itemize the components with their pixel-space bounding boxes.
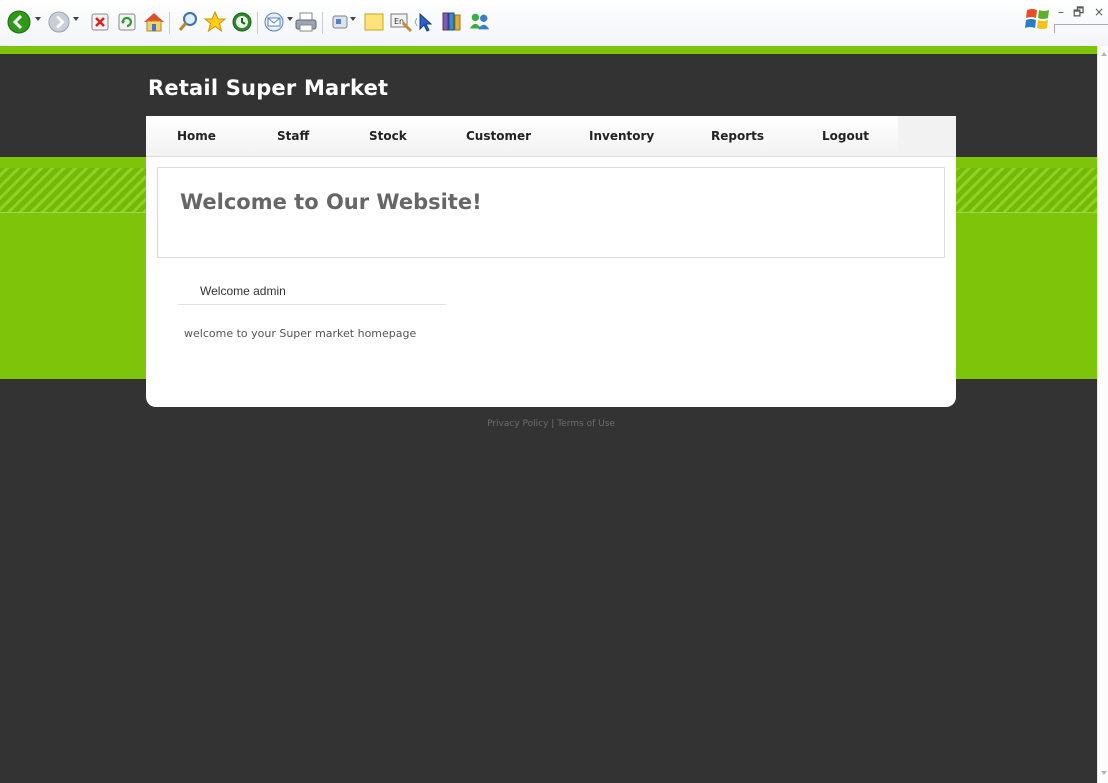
translate-icon[interactable]: En <box>389 10 413 34</box>
privacy-policy-link[interactable]: Privacy Policy <box>487 419 548 429</box>
history-icon[interactable] <box>230 10 254 34</box>
mail-icon[interactable] <box>262 10 286 34</box>
user-greeting-text: Welcome admin <box>200 284 286 298</box>
back-dropdown-icon[interactable] <box>35 17 41 21</box>
footer: Privacy Policy | Terms of Use <box>0 419 1097 429</box>
nav-staff[interactable]: Staff <box>277 129 309 143</box>
scroll-up-icon[interactable] <box>1101 52 1107 56</box>
windows-logo-icon <box>1024 6 1052 32</box>
restore-button[interactable]: 🗗 <box>1073 6 1084 18</box>
messenger-icon[interactable] <box>468 10 492 34</box>
vertical-scrollbar[interactable] <box>1097 46 1108 783</box>
favorites-icon[interactable] <box>203 10 227 34</box>
scroll-down-icon[interactable] <box>1101 771 1107 775</box>
refresh-icon[interactable] <box>115 10 139 34</box>
browser-toolbar: En – 🗗 × <box>0 0 1108 47</box>
content-container: Home Staff Stock Customer Inventory Repo… <box>146 116 956 407</box>
nav-home[interactable]: Home <box>177 129 216 143</box>
welcome-box: Welcome to Our Website! <box>157 167 945 258</box>
research-icon[interactable] <box>440 10 464 34</box>
page-heading: Welcome to Our Website! <box>180 190 482 214</box>
nav-customer[interactable]: Customer <box>466 129 531 143</box>
nav-inventory[interactable]: Inventory <box>589 129 654 143</box>
main-nav: Home Staff Stock Customer Inventory Repo… <box>146 116 898 157</box>
toolbar-separator <box>169 12 170 34</box>
nav-filler <box>898 116 956 157</box>
web-page: Retail Super Market Home Staff Stock Cus… <box>0 46 1097 783</box>
terms-of-use-link[interactable]: Terms of Use <box>557 419 615 429</box>
note-icon[interactable] <box>362 10 386 34</box>
cursor-icon[interactable] <box>414 10 438 34</box>
site-title: Retail Super Market <box>148 76 389 100</box>
home-icon[interactable] <box>142 10 166 34</box>
close-button[interactable]: × <box>1094 6 1104 18</box>
print-icon[interactable] <box>294 10 318 34</box>
back-icon[interactable] <box>7 10 31 34</box>
nav-reports[interactable]: Reports <box>711 129 764 143</box>
edit-dropdown-icon[interactable] <box>350 17 356 21</box>
user-greeting-heading: Welcome admin <box>178 284 446 305</box>
forward-dropdown-icon[interactable] <box>73 17 79 21</box>
toolbar-separator <box>257 12 258 34</box>
footer-separator: | <box>551 419 555 429</box>
search-icon[interactable] <box>176 10 200 34</box>
nav-stock[interactable]: Stock <box>369 129 407 143</box>
mail-dropdown-icon[interactable] <box>287 17 293 21</box>
minimize-button[interactable]: – <box>1058 6 1064 18</box>
welcome-message: welcome to your Super market homepage <box>184 327 417 340</box>
toolbar-separator <box>322 12 323 34</box>
window-field <box>1054 24 1108 33</box>
forward-icon[interactable] <box>47 10 71 34</box>
nav-logout[interactable]: Logout <box>822 129 869 143</box>
stop-icon[interactable] <box>88 10 112 34</box>
edit-icon[interactable] <box>328 10 352 34</box>
header-green-stripe <box>0 46 1097 54</box>
